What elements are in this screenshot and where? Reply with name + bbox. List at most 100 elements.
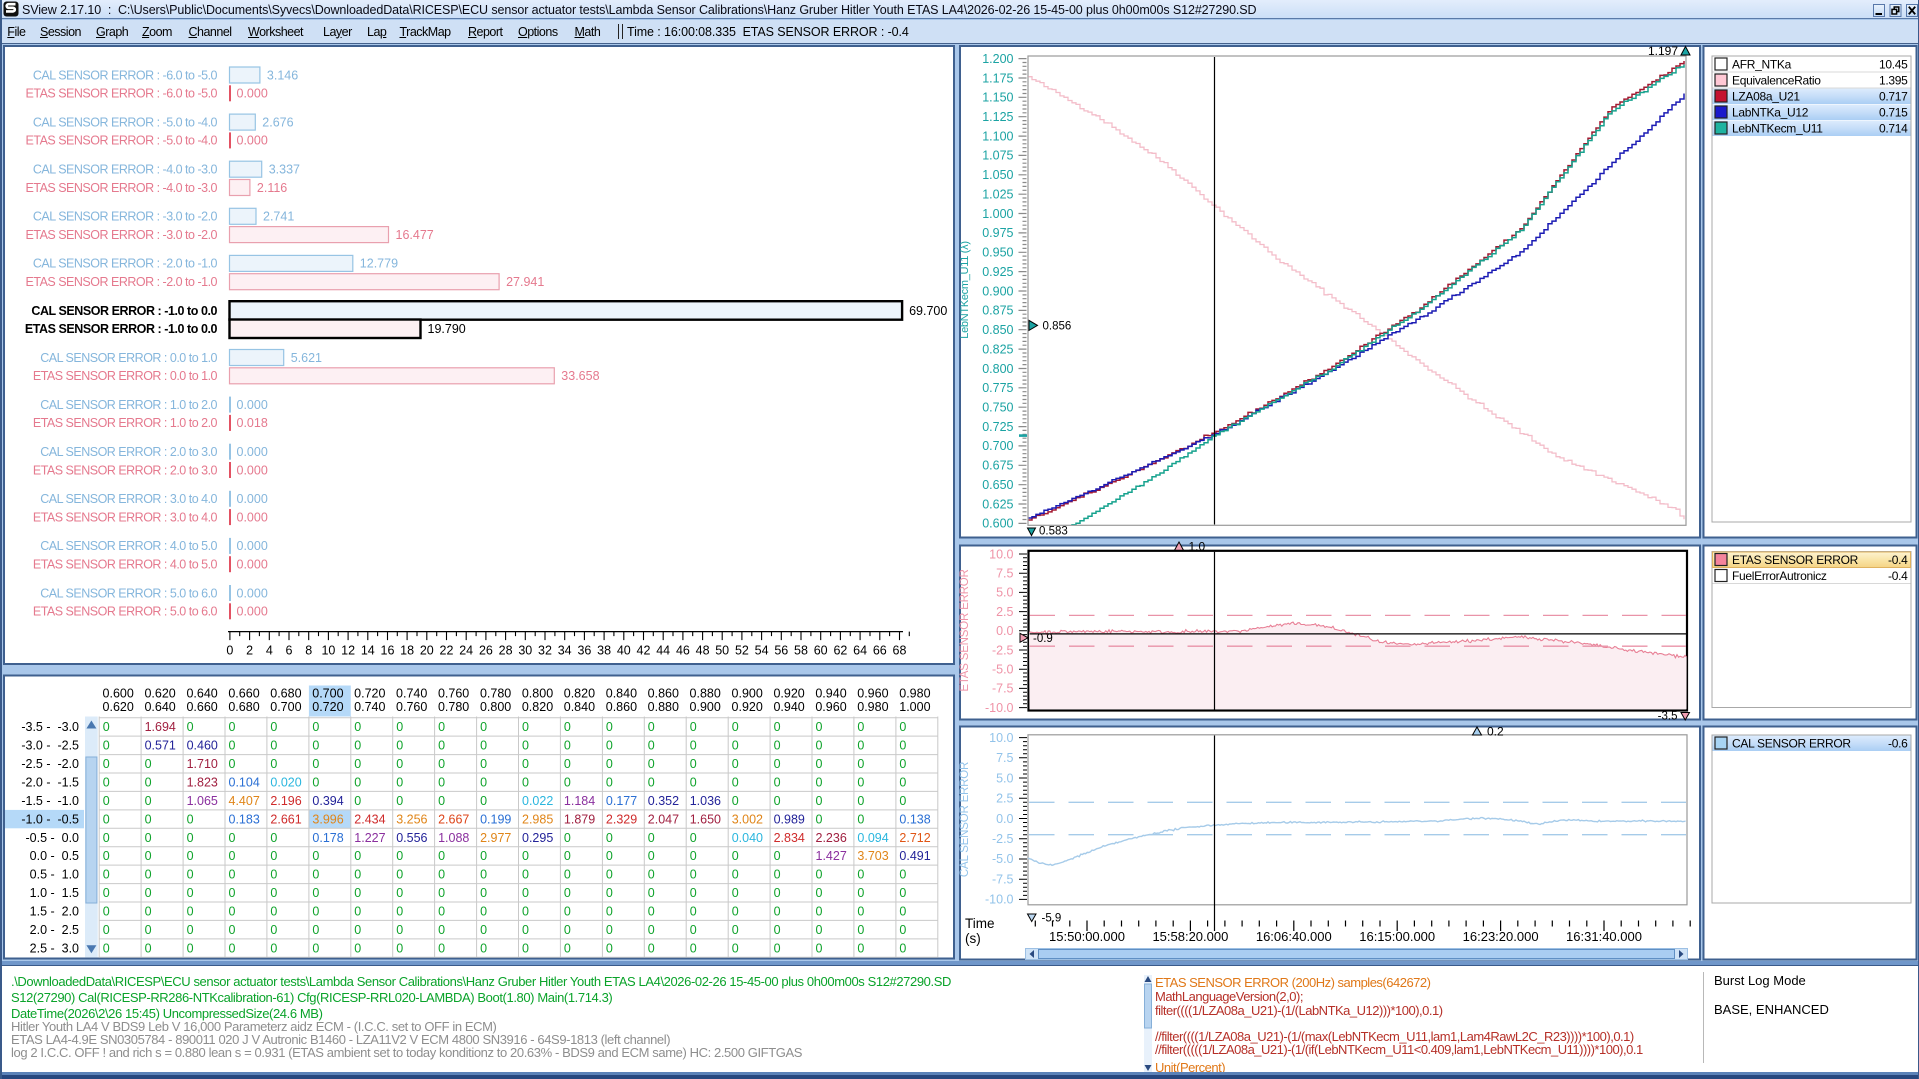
svg-text:0: 0 <box>103 776 110 790</box>
svg-text:ETAS SENSOR ERROR : 1.0 to 2.0: ETAS SENSOR ERROR : 1.0 to 2.0 <box>33 416 218 430</box>
svg-text:1.184: 1.184 <box>564 794 595 808</box>
svg-text:1.650: 1.650 <box>690 812 721 826</box>
svg-text:44: 44 <box>656 644 670 658</box>
svg-text:1.879: 1.879 <box>564 812 595 826</box>
svg-text:0: 0 <box>816 905 823 919</box>
svg-text:56: 56 <box>774 644 788 658</box>
svg-text:0: 0 <box>732 905 739 919</box>
svg-text:0: 0 <box>732 739 739 753</box>
svg-text:0: 0 <box>480 794 487 808</box>
svg-text:0.740: 0.740 <box>396 687 427 701</box>
svg-text:0: 0 <box>564 923 571 937</box>
svg-text:10.45: 10.45 <box>1879 58 1908 72</box>
svg-text:0.840: 0.840 <box>606 687 637 701</box>
svg-text:0: 0 <box>564 886 571 900</box>
svg-text:0: 0 <box>690 739 697 753</box>
svg-text:-2.0 - -1.5: -2.0 - -1.5 <box>21 776 79 790</box>
svg-text:0: 0 <box>857 812 864 826</box>
svg-text:0: 0 <box>312 905 319 919</box>
svg-text:1.427: 1.427 <box>816 849 847 863</box>
svg-text:0: 0 <box>648 941 655 955</box>
svg-text:16.477: 16.477 <box>396 228 434 242</box>
svg-text:1.025: 1.025 <box>982 188 1013 202</box>
svg-text:1.823: 1.823 <box>187 776 218 790</box>
svg-text:0: 0 <box>226 644 233 658</box>
svg-text:-7.5: -7.5 <box>992 873 1014 887</box>
svg-text:0: 0 <box>732 794 739 808</box>
svg-text:0.840: 0.840 <box>564 700 595 714</box>
svg-text:0: 0 <box>438 757 445 771</box>
svg-text:0: 0 <box>354 905 361 919</box>
svg-text:0: 0 <box>312 776 319 790</box>
svg-text:ETAS SENSOR ERROR : -2.0 to -1: ETAS SENSOR ERROR : -2.0 to -1.0 <box>26 275 218 289</box>
svg-text:0.920: 0.920 <box>732 700 763 714</box>
svg-text:0: 0 <box>480 905 487 919</box>
svg-text:0: 0 <box>312 739 319 753</box>
svg-text:0: 0 <box>312 757 319 771</box>
svg-text:0: 0 <box>522 757 529 771</box>
svg-text:0.750: 0.750 <box>982 401 1013 415</box>
svg-text:0: 0 <box>732 868 739 882</box>
svg-text:0: 0 <box>187 941 194 955</box>
svg-text:0: 0 <box>103 757 110 771</box>
svg-text:CAL SENSOR ERROR : 0.0 to 1.0: CAL SENSOR ERROR : 0.0 to 1.0 <box>40 351 217 365</box>
svg-text:12.779: 12.779 <box>360 257 398 271</box>
svg-text:2.741: 2.741 <box>263 210 294 224</box>
svg-text:0: 0 <box>229 757 236 771</box>
svg-text:0: 0 <box>816 757 823 771</box>
svg-text:0.094: 0.094 <box>857 831 888 845</box>
svg-text:0: 0 <box>145 757 152 771</box>
svg-text:0.760: 0.760 <box>438 687 469 701</box>
svg-text:0.000: 0.000 <box>237 510 268 524</box>
svg-text:(s): (s) <box>965 931 981 946</box>
svg-text:LebNTKecm_U11: LebNTKecm_U11 <box>1732 122 1823 136</box>
svg-text:0.394: 0.394 <box>312 794 343 808</box>
svg-text:0: 0 <box>564 776 571 790</box>
svg-text:0: 0 <box>522 776 529 790</box>
svg-text:0: 0 <box>606 849 613 863</box>
svg-text:0: 0 <box>480 757 487 771</box>
svg-text:48: 48 <box>696 644 710 658</box>
svg-text:-1.0 - -0.5: -1.0 - -0.5 <box>21 812 79 826</box>
svg-text:0: 0 <box>522 849 529 863</box>
svg-text:0.860: 0.860 <box>648 687 679 701</box>
svg-text:0: 0 <box>187 720 194 734</box>
svg-text:16:06:40.000: 16:06:40.000 <box>1256 929 1332 944</box>
svg-text:0: 0 <box>522 739 529 753</box>
svg-text:0.000: 0.000 <box>237 539 268 553</box>
svg-text:0: 0 <box>564 849 571 863</box>
svg-text:2.116: 2.116 <box>257 181 287 195</box>
svg-text:2.196: 2.196 <box>270 794 301 808</box>
svg-text:0: 0 <box>774 739 781 753</box>
svg-text:ETAS SENSOR ERROR : 3.0 to 4.0: ETAS SENSOR ERROR : 3.0 to 4.0 <box>33 510 218 524</box>
svg-text:33.658: 33.658 <box>561 369 599 383</box>
svg-text:0.000: 0.000 <box>237 463 268 477</box>
svg-text:0.780: 0.780 <box>480 687 511 701</box>
svg-text:0: 0 <box>899 794 906 808</box>
svg-text:0: 0 <box>816 776 823 790</box>
svg-text:0: 0 <box>270 757 277 771</box>
svg-text:0: 0 <box>899 941 906 955</box>
svg-text:ETAS SENSOR ERROR : -5.0 to -4: ETAS SENSOR ERROR : -5.0 to -4.0 <box>26 134 218 148</box>
svg-text:15:58:20.000: 15:58:20.000 <box>1152 929 1228 944</box>
svg-text:0: 0 <box>270 868 277 882</box>
svg-text:0.178: 0.178 <box>312 831 343 845</box>
svg-text:0: 0 <box>480 720 487 734</box>
svg-text:0: 0 <box>606 776 613 790</box>
svg-text:0: 0 <box>648 739 655 753</box>
svg-text:0.5 - 1.0: 0.5 - 1.0 <box>30 868 79 882</box>
svg-text:1.075: 1.075 <box>982 149 1013 163</box>
svg-text:0.740: 0.740 <box>354 700 385 714</box>
svg-text:ETAS SENSOR ERROR: ETAS SENSOR ERROR <box>959 569 971 691</box>
svg-text:3.996: 3.996 <box>312 812 343 826</box>
svg-text:24: 24 <box>459 644 473 658</box>
svg-text:66: 66 <box>873 644 887 658</box>
svg-text:0.460: 0.460 <box>187 739 218 753</box>
svg-text:2.667: 2.667 <box>438 812 469 826</box>
svg-text:1.395: 1.395 <box>1879 74 1908 88</box>
svg-text:1.200: 1.200 <box>982 52 1013 66</box>
svg-text:0.660: 0.660 <box>186 700 217 714</box>
svg-text:0: 0 <box>187 812 194 826</box>
svg-text:ETAS SENSOR ERROR : 0.0 to 1.0: ETAS SENSOR ERROR : 0.0 to 1.0 <box>33 369 218 383</box>
svg-text:0.000: 0.000 <box>237 87 268 101</box>
